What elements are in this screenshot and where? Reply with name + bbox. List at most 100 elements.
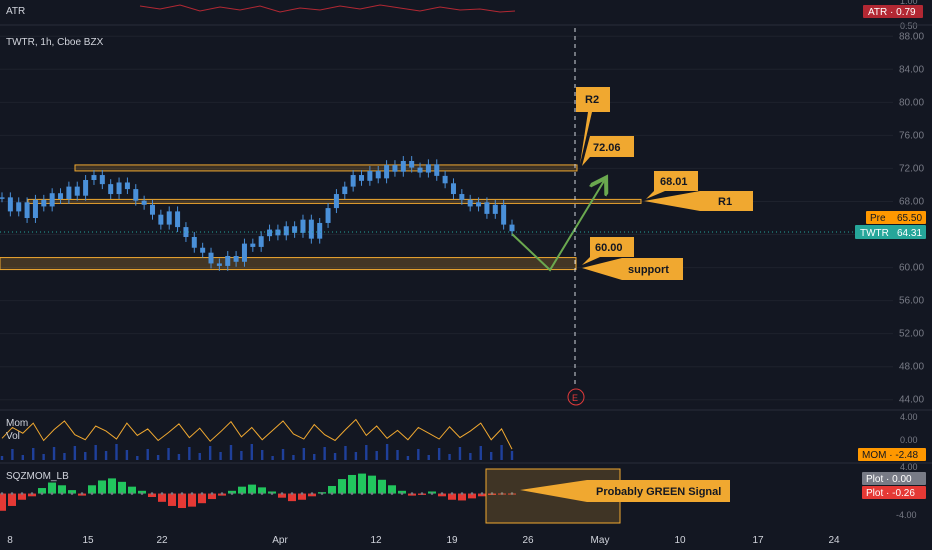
volume-bar xyxy=(104,451,108,460)
volume-bar xyxy=(271,456,274,460)
squeeze-dot xyxy=(350,492,354,495)
candle-body xyxy=(91,175,97,180)
squeeze-dot xyxy=(190,492,194,495)
x-tick-label: 10 xyxy=(674,535,686,546)
squeeze-dot xyxy=(370,492,374,495)
sqzmom-bar xyxy=(178,493,186,509)
candle-body xyxy=(66,186,72,199)
candle-body xyxy=(0,197,5,199)
squeeze-dot xyxy=(180,492,184,495)
squeeze-dot xyxy=(360,492,364,495)
volume-bar xyxy=(219,452,222,460)
squeeze-dot xyxy=(100,492,104,495)
r2-label: R2 xyxy=(585,94,599,106)
volume-bar xyxy=(406,456,410,460)
volume-bar xyxy=(500,445,503,460)
mom-tick-top: 4.00 xyxy=(900,412,918,422)
volume-bar xyxy=(32,448,35,460)
squeeze-dot xyxy=(130,492,134,495)
price-tick-label: 56.00 xyxy=(899,296,924,307)
volume-bar xyxy=(21,455,25,460)
candle-body xyxy=(367,170,373,181)
price-pane[interactable]: 44.0048.0052.0056.0060.0064.0068.0072.00… xyxy=(0,28,926,406)
squeeze-dot xyxy=(20,492,24,495)
candle-body xyxy=(191,237,197,248)
price-tick-label: 60.00 xyxy=(899,263,924,274)
squeeze-dot xyxy=(310,492,314,495)
squeeze-dot xyxy=(470,492,474,495)
candle-body xyxy=(509,224,515,232)
squeeze-dot xyxy=(330,492,334,495)
squeeze-dot xyxy=(200,492,204,495)
price-tick-label: 80.00 xyxy=(899,97,924,108)
volume-bar xyxy=(354,452,358,460)
sqzmom-pane[interactable]: SQZMOM_LB 4.00 -4.00 Probably GREEN Sign… xyxy=(0,462,926,524)
pre-badge-value: 65.50 xyxy=(897,213,922,224)
ticker-badge-value: 64.31 xyxy=(897,228,922,239)
candle-body xyxy=(233,256,239,262)
volume-bar xyxy=(229,445,233,460)
volume-bar xyxy=(146,449,149,460)
x-tick-label: 24 xyxy=(828,535,840,546)
sqzmom-bar xyxy=(188,493,196,507)
x-tick-label: 19 xyxy=(446,535,458,546)
candle-body xyxy=(133,189,139,201)
x-tick-label: 22 xyxy=(156,535,168,546)
squeeze-dot xyxy=(140,492,144,495)
ticker-badge-label: TWTR xyxy=(860,228,889,239)
squeeze-dot xyxy=(50,492,54,495)
volume-bar xyxy=(427,455,430,460)
vol-label: Vol xyxy=(6,431,20,442)
candle-body xyxy=(501,204,507,225)
r2-value: 72.06 xyxy=(593,142,621,154)
squeeze-dot xyxy=(220,492,224,495)
mom-badge: MOM · -2.48 xyxy=(862,450,919,461)
sqzmom-bar xyxy=(108,478,116,494)
x-tick-label: May xyxy=(591,535,610,546)
squeeze-dot xyxy=(110,492,114,495)
volume-bar xyxy=(489,452,493,460)
mom-pane[interactable]: Mom Vol 4.00 0.00 MOM · -2.48 xyxy=(0,412,926,461)
squeeze-dot xyxy=(250,492,254,495)
candle-body xyxy=(325,208,331,223)
candle-body xyxy=(492,204,498,214)
volume-bar xyxy=(156,455,160,460)
volume-bar xyxy=(208,446,212,460)
volume-bar xyxy=(448,454,451,460)
plot1-badge: Plot · 0.00 xyxy=(866,474,912,485)
x-axis: 8 15 22 Apr 12 19 26 May 10 17 24 xyxy=(7,535,840,546)
price-tick-label: 48.00 xyxy=(899,362,924,373)
sqz-tick-bottom: -4.00 xyxy=(896,510,917,520)
candle-body xyxy=(459,194,465,200)
atr-label: ATR xyxy=(6,6,25,17)
chart-canvas[interactable]: ATR ATR · 0.79 1.00 0.50 44.00 48.00 52.00… xyxy=(0,0,932,550)
support-label: support xyxy=(628,264,669,276)
sqzmom-bar xyxy=(0,493,6,511)
sqzmom-bar xyxy=(8,493,16,506)
volume-bar xyxy=(250,444,253,460)
squeeze-dot xyxy=(430,492,434,495)
candle-body xyxy=(425,164,431,173)
volume-bar xyxy=(115,444,118,460)
sqz-tick-top: 4.00 xyxy=(900,462,918,472)
squeeze-dot xyxy=(290,492,294,495)
atr-line xyxy=(139,4,516,13)
event-marker-label: E xyxy=(572,393,578,403)
squeeze-dot xyxy=(300,492,304,495)
candle-body xyxy=(58,193,64,199)
candle-body xyxy=(200,247,206,253)
candle-body xyxy=(359,175,365,181)
candle-body xyxy=(175,211,181,228)
sqzmom-bar xyxy=(118,481,126,494)
x-tick-label: 12 xyxy=(370,535,382,546)
volume-bar xyxy=(84,452,87,460)
candle-body xyxy=(208,252,214,264)
sqzmom-bar xyxy=(198,493,206,504)
squeeze-dot xyxy=(390,492,394,495)
squeeze-dot xyxy=(340,492,344,495)
x-tick-label: 8 xyxy=(7,535,13,546)
candle-body xyxy=(108,184,114,195)
volume-bar xyxy=(458,447,462,460)
candle-body xyxy=(216,263,222,266)
atr-pane: ATR ATR · 0.79 1.00 0.50 xyxy=(6,0,923,31)
